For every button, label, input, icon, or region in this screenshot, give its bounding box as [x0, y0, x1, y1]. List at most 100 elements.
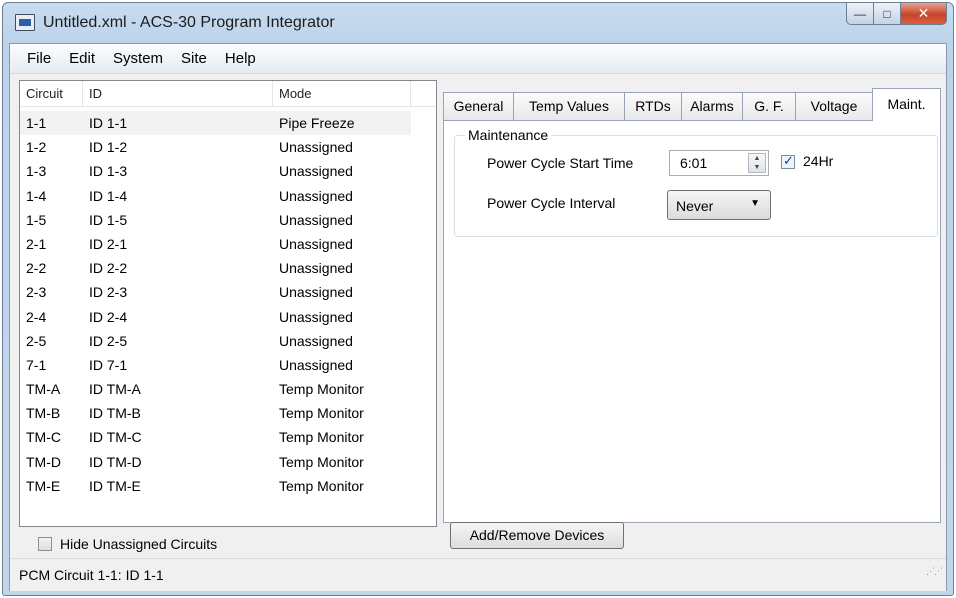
id-cell: ID TM-C: [89, 429, 142, 446]
mode-cell: Temp Monitor: [279, 381, 364, 398]
table-row[interactable]: 2-1 ID 2-1 Unassigned: [20, 232, 436, 256]
column-header-circuit[interactable]: Circuit: [20, 81, 83, 107]
column-header-mode[interactable]: Mode: [273, 81, 411, 107]
mode-cell: Unassigned: [279, 163, 353, 180]
maximize-button[interactable]: □: [874, 3, 901, 25]
id-cell: ID 1-1: [89, 115, 128, 131]
hide-unassigned-label: Hide Unassigned Circuits: [60, 536, 218, 552]
id-cell: ID TM-D: [89, 453, 142, 470]
id-cell: ID 1-4: [89, 187, 128, 204]
menu-system[interactable]: System: [104, 50, 172, 67]
table-row[interactable]: 2-5 ID 2-5 Unassigned: [20, 329, 436, 353]
id-cell: ID TM-A: [89, 381, 141, 398]
window-title: Untitled.xml - ACS-30 Program Integrator: [43, 14, 335, 31]
start-time-value[interactable]: 6:01: [680, 155, 707, 171]
power-cycle-interval-select[interactable]: Never ▼: [667, 190, 771, 220]
menu-help[interactable]: Help: [216, 50, 265, 67]
power-cycle-start-time-label: Power Cycle Start Time: [487, 155, 634, 171]
table-row[interactable]: TM-E ID TM-E Temp Monitor: [20, 474, 436, 498]
table-row[interactable]: 1-2 ID 1-2 Unassigned: [20, 135, 436, 159]
tab-rtds[interactable]: RTDs: [624, 92, 682, 120]
resize-grip-icon[interactable]: ⋰⋰: [926, 555, 943, 587]
tab-temp-values[interactable]: Temp Values: [513, 92, 625, 120]
maximize-icon: □: [883, 6, 891, 21]
mode-cell: Unassigned: [279, 356, 353, 373]
title-bar[interactable]: Untitled.xml - ACS-30 Program Integrator…: [3, 3, 953, 43]
table-row[interactable]: TM-C ID TM-C Temp Monitor: [20, 425, 436, 449]
dropdown-arrow-icon: ▼: [750, 198, 760, 209]
id-cell: ID TM-B: [89, 405, 141, 422]
circuit-cell: 2-3: [26, 284, 47, 301]
mode-cell: Temp Monitor: [279, 477, 364, 494]
24hr-label: 24Hr: [803, 153, 834, 169]
tab-gf[interactable]: G. F.: [742, 92, 796, 120]
device-tabs: General Temp Values RTDs Alarms G. F. Vo…: [443, 88, 941, 523]
id-cell: ID 2-3: [89, 284, 128, 301]
tab-strip: General Temp Values RTDs Alarms G. F. Vo…: [443, 88, 941, 121]
id-cell: ID 1-3: [89, 163, 128, 180]
tab-maint[interactable]: Maint.: [872, 88, 941, 121]
table-row[interactable]: TM-B ID TM-B Temp Monitor: [20, 401, 436, 425]
mode-cell: Unassigned: [279, 235, 353, 252]
id-cell: ID 1-5: [89, 211, 128, 228]
24hr-checkbox[interactable]: ✓: [781, 153, 795, 169]
spinner-down-icon[interactable]: ▼: [749, 163, 765, 172]
mode-cell: Temp Monitor: [279, 405, 364, 422]
maintenance-group: Maintenance Power Cycle Start Time 6:01 …: [454, 127, 938, 237]
minimize-icon: —: [854, 6, 866, 21]
id-cell: ID 2-2: [89, 260, 128, 277]
circuit-list[interactable]: Circuit ID Mode 1-1 ID 1-1 Pipe Freeze 1-2 I…: [19, 80, 437, 527]
id-cell: ID 2-5: [89, 332, 128, 349]
table-row[interactable]: 1-5 ID 1-5 Unassigned: [20, 208, 436, 232]
id-cell: ID 2-1: [89, 235, 128, 252]
table-row[interactable]: TM-D ID TM-D Temp Monitor: [20, 450, 436, 474]
start-time-spinner[interactable]: 6:01 ▲ ▼: [669, 150, 769, 176]
menu-edit[interactable]: Edit: [60, 50, 104, 67]
hide-unassigned-box[interactable]: [38, 537, 52, 551]
power-cycle-interval-label: Power Cycle Interval: [487, 195, 616, 211]
id-cell: ID 1-2: [89, 139, 128, 156]
id-cell: ID 2-4: [89, 308, 128, 325]
tab-general[interactable]: General: [443, 92, 514, 120]
table-row[interactable]: 2-3 ID 2-3 Unassigned: [20, 280, 436, 304]
circuit-cell: 1-3: [26, 163, 47, 180]
table-row[interactable]: 1-3 ID 1-3 Unassigned: [20, 159, 436, 183]
close-button[interactable]: ✕: [901, 3, 947, 25]
circuit-cell: 2-4: [26, 308, 47, 325]
circuit-cell: 2-1: [26, 235, 47, 252]
circuit-cell: 7-1: [26, 356, 47, 373]
id-cell: ID TM-E: [89, 477, 141, 494]
mode-cell: Temp Monitor: [279, 429, 364, 446]
table-row[interactable]: 2-4 ID 2-4 Unassigned: [20, 305, 436, 329]
table-row[interactable]: 2-2 ID 2-2 Unassigned: [20, 256, 436, 280]
spinner-buttons: ▲ ▼: [748, 153, 766, 173]
mode-cell: Unassigned: [279, 284, 353, 301]
mode-cell: Unassigned: [279, 139, 353, 156]
app-window: Untitled.xml - ACS-30 Program Integrator…: [2, 2, 954, 596]
table-row[interactable]: 1-4 ID 1-4 Unassigned: [20, 184, 436, 208]
table-row[interactable]: TM-A ID TM-A Temp Monitor: [20, 377, 436, 401]
add-remove-devices-button[interactable]: Add/Remove Devices: [450, 522, 624, 549]
table-row[interactable]: 1-1 ID 1-1 Pipe Freeze: [20, 111, 411, 136]
caption-buttons: — □ ✕: [846, 3, 947, 25]
tab-alarms[interactable]: Alarms: [681, 92, 743, 120]
minimize-button[interactable]: —: [846, 3, 874, 25]
column-header-id[interactable]: ID: [83, 81, 273, 107]
status-text: PCM Circuit 1-1: ID 1-1: [19, 567, 164, 583]
circuit-cell: 1-5: [26, 211, 47, 228]
table-row[interactable]: 7-1 ID 7-1 Unassigned: [20, 353, 436, 377]
mode-cell: Unassigned: [279, 260, 353, 277]
tab-voltage[interactable]: Voltage: [795, 92, 873, 120]
mode-cell: Unassigned: [279, 332, 353, 349]
spinner-up-icon[interactable]: ▲: [749, 154, 765, 163]
circuit-cell: TM-B: [26, 405, 61, 422]
app-icon[interactable]: [15, 14, 35, 31]
menu-site[interactable]: Site: [172, 50, 216, 67]
list-header: Circuit ID Mode: [20, 81, 436, 107]
hide-unassigned-checkbox[interactable]: Hide Unassigned Circuits: [38, 534, 217, 554]
maintenance-group-label: Maintenance: [465, 127, 552, 143]
circuit-cell: TM-E: [26, 477, 61, 494]
menu-bar: File Edit System Site Help: [10, 44, 946, 74]
circuit-cell: 1-1: [26, 115, 47, 131]
menu-file[interactable]: File: [18, 50, 60, 67]
